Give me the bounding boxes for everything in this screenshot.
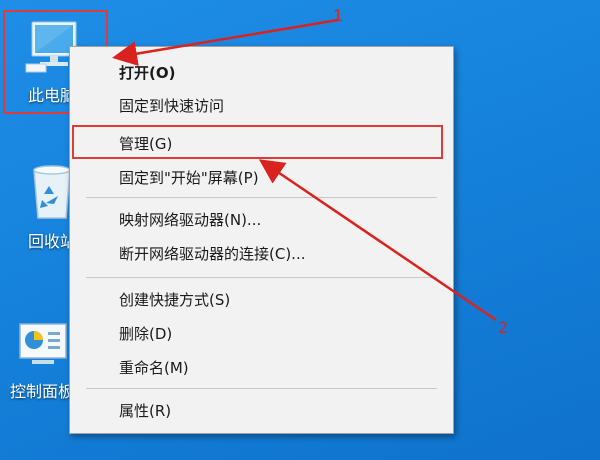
menu-item-map-drive[interactable]: 映射网络驱动器(N)... [70,205,453,235]
menu-separator [86,197,437,198]
annotation-step-1: 1 [333,6,344,25]
menu-item-delete[interactable]: 删除(D) [70,319,453,349]
menu-item-pin-start[interactable]: 固定到"开始"屏幕(P) [70,163,453,193]
context-menu: 打开(O) 固定到快速访问 管理(G) 固定到"开始"屏幕(P) 映射网络驱动器… [69,46,454,434]
menu-separator [86,277,437,278]
annotation-step-2: 2 [498,318,509,337]
menu-item-properties[interactable]: 属性(R) [70,396,453,426]
menu-item-rename[interactable]: 重命名(M) [70,353,453,383]
menu-item-pin-quick-access[interactable]: 固定到快速访问 [70,91,453,121]
annotation-box-manage [72,125,443,159]
control-panel-icon [19,323,67,364]
menu-item-open[interactable]: 打开(O) [70,58,453,88]
menu-item-create-shortcut[interactable]: 创建快捷方式(S) [70,285,453,315]
menu-item-disconnect-drive[interactable]: 断开网络驱动器的连接(C)... [70,239,453,269]
menu-separator [86,388,437,389]
